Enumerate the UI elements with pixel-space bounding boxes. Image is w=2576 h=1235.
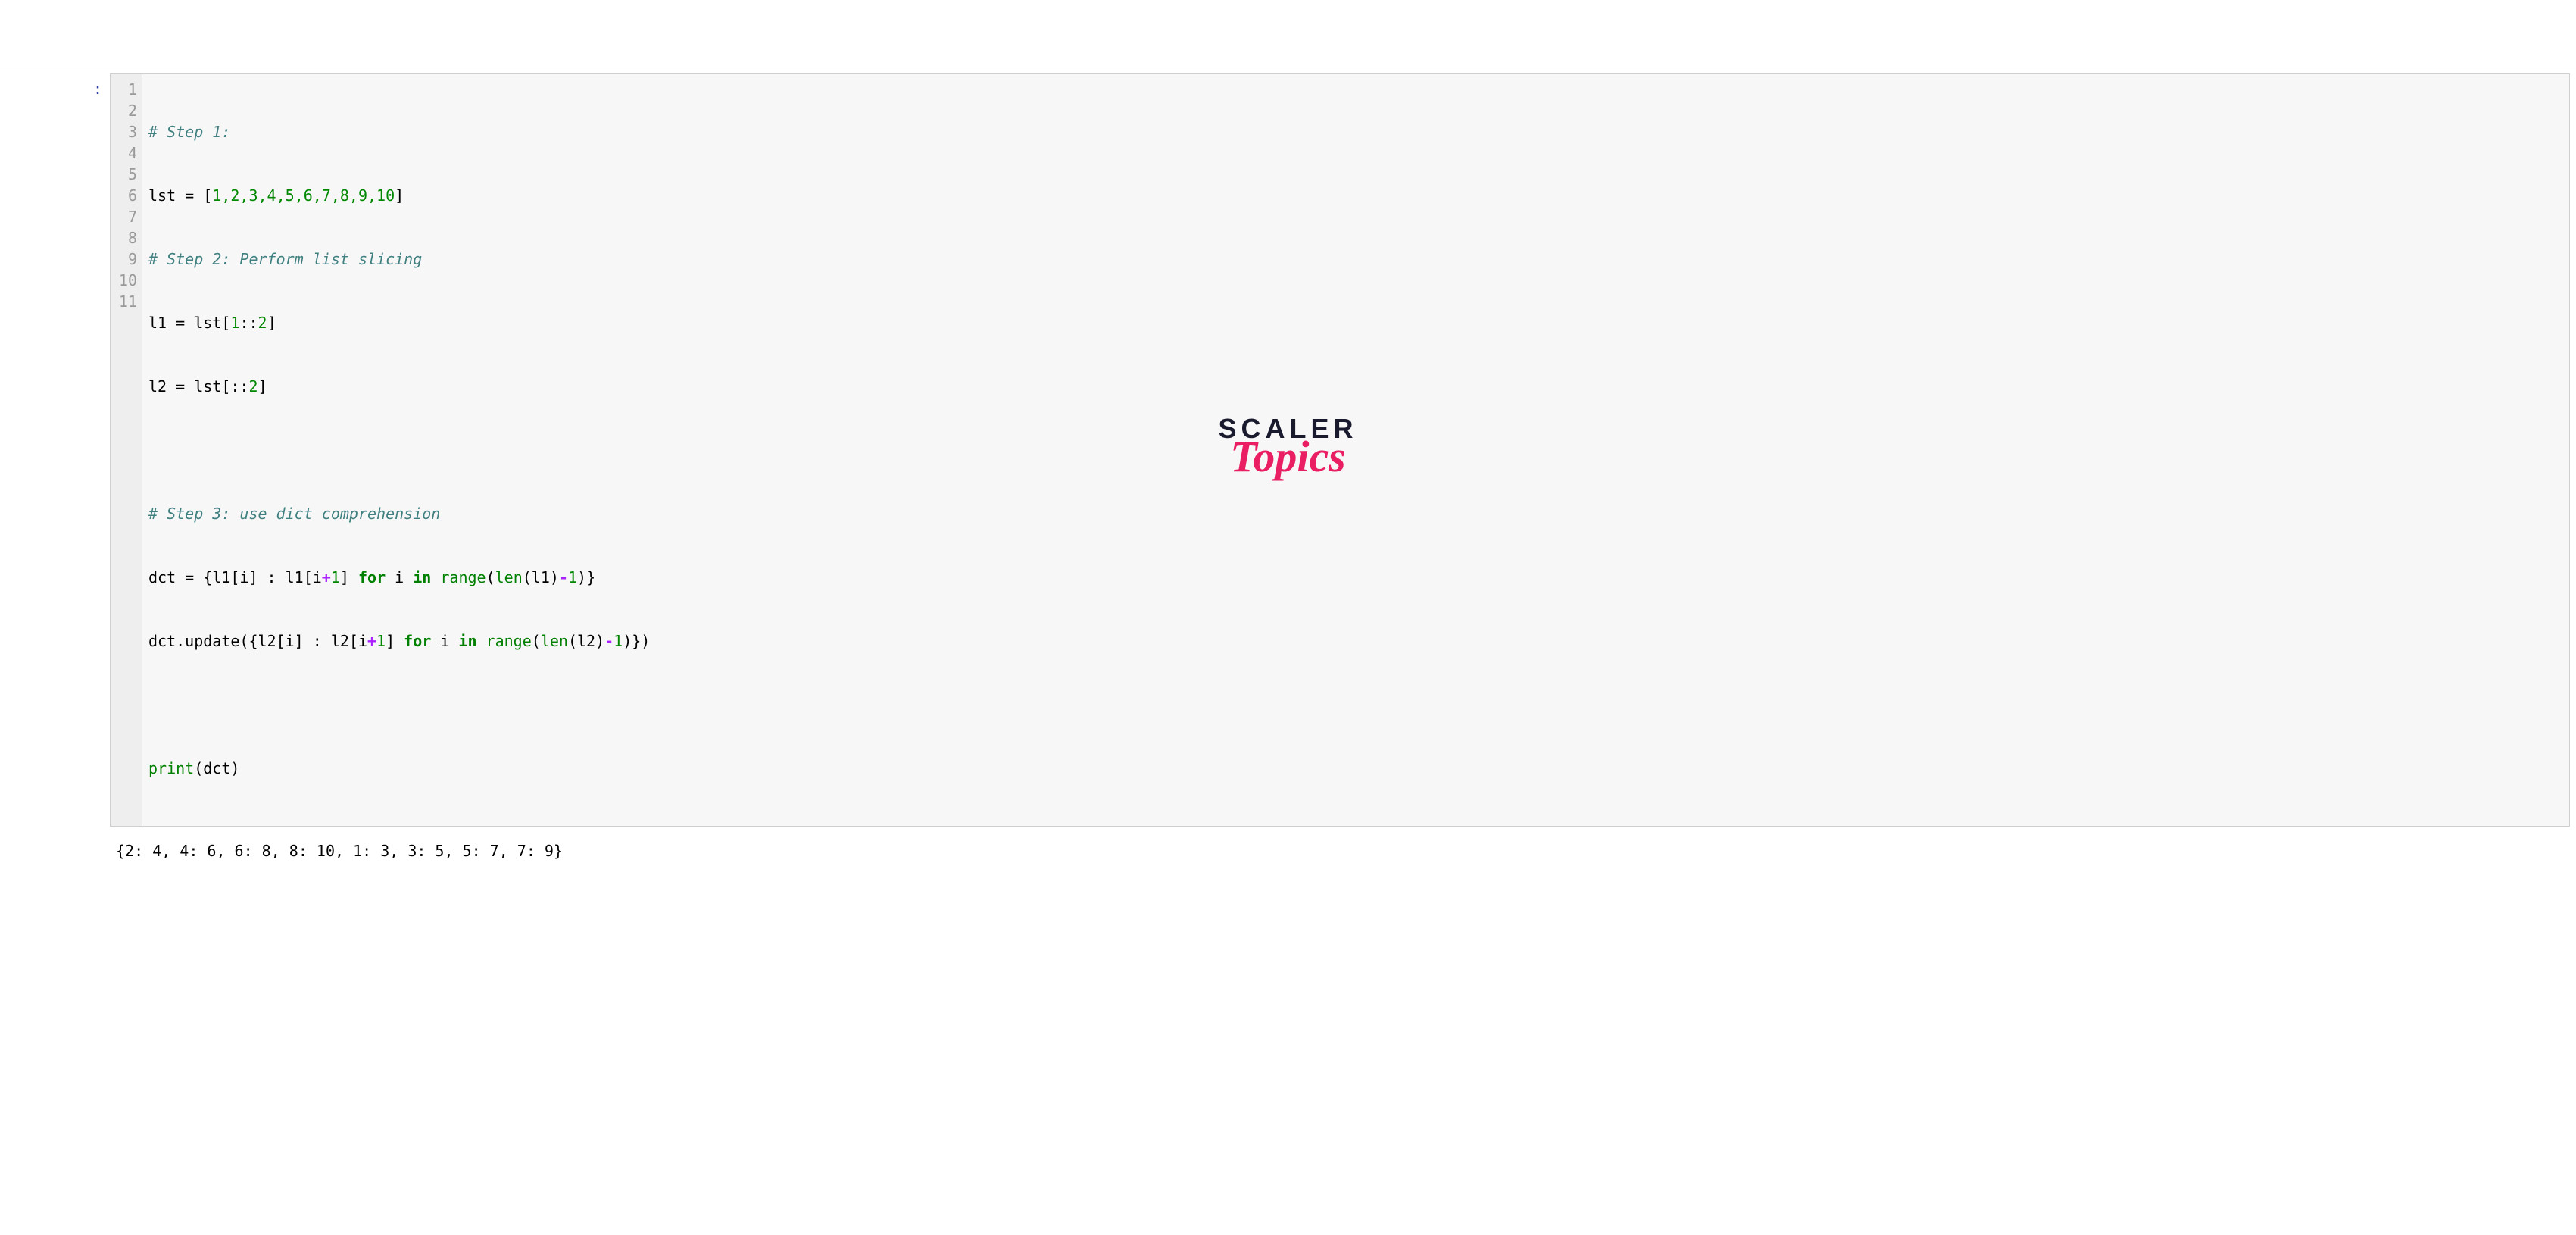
logo-text-topics: Topics: [1230, 431, 1346, 482]
code-line-9: dct.update({l2[i] : l2[i+1] for i in ran…: [148, 630, 2563, 652]
cell-output: {2: 4, 4: 6, 6: 8, 8: 10, 1: 3, 3: 5, 5:…: [110, 840, 2576, 861]
code-line-5: l2 = lst[::2]: [148, 376, 2563, 397]
line-number: 10: [118, 270, 137, 291]
line-number: 7: [118, 206, 137, 227]
line-number: 5: [118, 164, 137, 185]
line-number: 4: [118, 142, 137, 164]
code-line-7: # Step 3: use dict comprehension: [148, 503, 2563, 524]
code-line-1: # Step 1:: [148, 121, 2563, 142]
line-number: 2: [118, 100, 137, 121]
line-number: 3: [118, 121, 137, 142]
line-number: 6: [118, 185, 137, 206]
code-line-2: lst = [1,2,3,4,5,6,7,8,9,10]: [148, 185, 2563, 206]
code-line-11: print(dct): [148, 758, 2563, 779]
line-number: 8: [118, 227, 137, 249]
scaler-logo: SCALER Topics: [0, 413, 2576, 486]
line-number: 11: [118, 291, 137, 312]
code-line-3: # Step 2: Perform list slicing: [148, 249, 2563, 270]
line-number: 1: [118, 79, 137, 100]
code-line-4: l1 = lst[1::2]: [148, 312, 2563, 333]
code-line-8: dct = {l1[i] : l1[i+1] for i in range(le…: [148, 567, 2563, 588]
line-number: 9: [118, 249, 137, 270]
code-line-10: [148, 694, 2563, 715]
